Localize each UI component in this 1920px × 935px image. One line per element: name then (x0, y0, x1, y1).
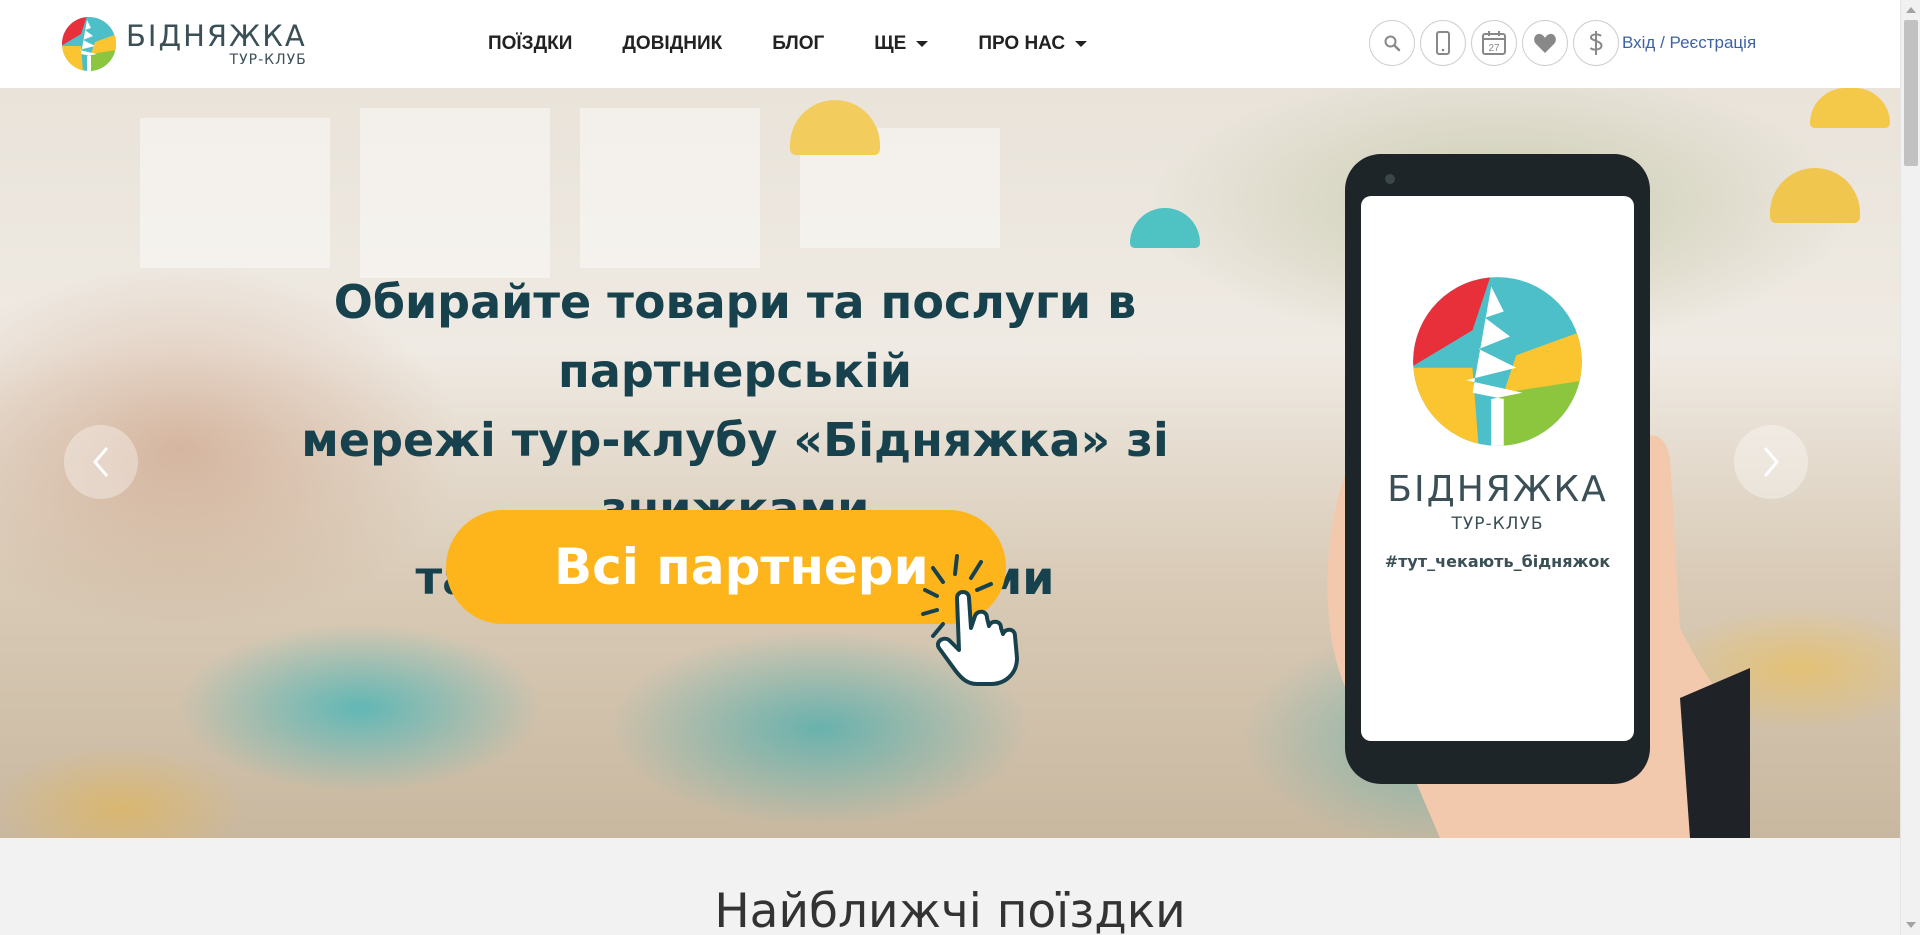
header-tools: 27 Вхід / Реєстрація (1369, 20, 1756, 66)
carousel-prev-button[interactable] (64, 425, 138, 499)
chevron-down-icon (1075, 41, 1088, 47)
site-header: БІДНЯЖКА ТУР-КЛУБ ПОЇЗДКИ ДОВІДНИК БЛОГ … (0, 0, 1900, 88)
carousel-next-button[interactable] (1734, 425, 1808, 499)
nav-item-label: БЛОГ (772, 33, 825, 54)
scroll-up-arrow-icon[interactable] (1906, 7, 1916, 13)
hero-headline-line: Обирайте товари та послуги в партнерські… (333, 275, 1137, 398)
background-lamp (1770, 168, 1860, 223)
phone-brand-subtitle: ТУР-КЛУБ (1451, 514, 1544, 534)
logo-name: БІДНЯЖКА (126, 18, 307, 53)
nav-item-about[interactable]: ПРО НАС (978, 33, 1088, 55)
all-partners-label: Всі партнери (554, 538, 929, 596)
mobile-phone-icon (1436, 31, 1450, 55)
login-register-link[interactable]: Вхід / Реєстрація (1622, 33, 1756, 53)
logo-mark-icon (62, 17, 116, 71)
chevron-left-icon (93, 447, 109, 477)
heart-icon (1534, 33, 1556, 53)
logo-text: БІДНЯЖКА ТУР-КЛУБ (126, 18, 307, 68)
background-window (360, 108, 550, 278)
calendar-day: 27 (1488, 43, 1500, 54)
page-scrollbar[interactable] (1900, 0, 1920, 935)
logo-subtitle: ТУР-КЛУБ (229, 51, 307, 68)
background-window (580, 108, 760, 268)
phone-hashtag: #тут_чекають_бідняжок (1384, 552, 1611, 571)
scroll-thumb[interactable] (1904, 20, 1918, 166)
nav-item-label: ЩЕ (874, 33, 907, 54)
nav-item-label: ПРО НАС (978, 33, 1066, 54)
calendar-button[interactable]: 27 (1471, 20, 1517, 66)
phone-mockup: БІДНЯЖКА ТУР-КЛУБ #тут_чекають_бідняжок (1345, 154, 1650, 784)
chevron-down-icon (916, 41, 929, 47)
nav-item-guide[interactable]: ДОВІДНИК (622, 33, 722, 55)
scroll-down-arrow-icon[interactable] (1906, 922, 1916, 928)
favorites-button[interactable] (1522, 20, 1568, 66)
currency-button[interactable] (1573, 20, 1619, 66)
calendar-icon: 27 (1482, 31, 1506, 55)
phone-logo-icon (1413, 277, 1582, 446)
page: БІДНЯЖКА ТУР-КЛУБ ПОЇЗДКИ ДОВІДНИК БЛОГ … (0, 0, 1920, 935)
search-button[interactable] (1369, 20, 1415, 66)
nav-item-blog[interactable]: БЛОГ (772, 33, 824, 55)
dollar-icon (1589, 31, 1603, 55)
mobile-app-button[interactable] (1420, 20, 1466, 66)
site-logo[interactable]: БІДНЯЖКА ТУР-КЛУБ (61, 15, 311, 73)
pointing-hand-icon (921, 554, 1019, 686)
nav-item-label: ДОВІДНИК (622, 33, 723, 54)
upcoming-trips-title: Найближчі поїздки (714, 884, 1186, 935)
chevron-right-icon (1763, 447, 1779, 477)
phone-camera (1385, 174, 1395, 184)
background-lamp (1810, 88, 1890, 128)
hero-banner[interactable]: Обирайте товари та послуги в партнерські… (0, 88, 1900, 838)
nav-item-more[interactable]: ЩЕ (874, 33, 929, 55)
nav-item-label: ПОЇЗДКИ (488, 33, 573, 54)
background-lamp (790, 100, 880, 155)
nav-item-trips[interactable]: ПОЇЗДКИ (488, 33, 572, 55)
background-window (140, 118, 330, 268)
phone-brand-name: БІДНЯЖКА (1387, 469, 1608, 510)
background-lamp (1130, 208, 1200, 248)
search-icon (1384, 35, 1401, 52)
main-nav: ПОЇЗДКИ ДОВІДНИК БЛОГ ЩЕ ПРО НАС (488, 0, 1137, 88)
phone-screen: БІДНЯЖКА ТУР-КЛУБ #тут_чекають_бідняжок (1361, 196, 1634, 741)
